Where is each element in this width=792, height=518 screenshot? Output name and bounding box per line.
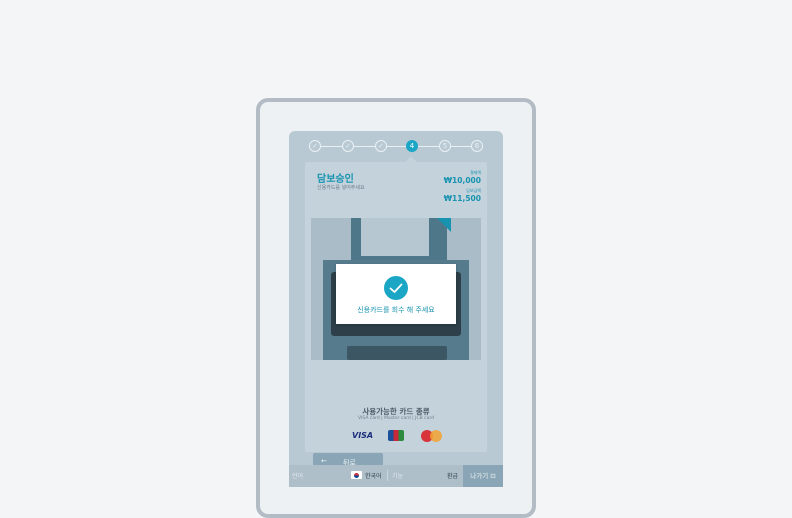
- page-subtitle: 신용카드를 넣어주세요: [317, 185, 365, 191]
- modal-message: 신용카드를 회수 해 주세요: [357, 306, 435, 314]
- page-title: 담보승인: [317, 174, 354, 185]
- footer-language-label: 언어: [292, 473, 304, 480]
- refund-button[interactable]: 환급: [447, 471, 458, 480]
- notification-modal: 신용카드를 회수 해 주세요: [336, 264, 456, 324]
- step-4-current: 4: [406, 140, 418, 152]
- amount1-value: ₩10,000: [443, 176, 481, 185]
- machine-base: [347, 346, 447, 360]
- step-3: ✓: [375, 140, 387, 152]
- footer-function-label: 기능: [392, 473, 404, 480]
- amount2-value: ₩11,500: [443, 194, 481, 203]
- step-5: 5: [439, 140, 451, 152]
- step-6: 6: [471, 140, 483, 152]
- visa-logo-icon: VISA: [352, 431, 374, 440]
- supported-cards-subtitle: VISA card | Master card | JCB card: [358, 416, 434, 421]
- footer-divider: [387, 470, 388, 481]
- language-selector[interactable]: 한국어: [365, 471, 382, 480]
- mastercard-logo-icon: [421, 430, 443, 442]
- slot-tag: [437, 218, 451, 232]
- exit-button[interactable]: 나가기 ⊡: [463, 465, 503, 487]
- card-logos: VISA: [305, 430, 487, 444]
- arrow-left-icon: ←: [321, 457, 327, 465]
- jcb-logo-icon: [388, 430, 404, 441]
- check-circle-icon: [384, 276, 408, 300]
- step-1: ✓: [309, 140, 321, 152]
- korea-flag-icon[interactable]: [351, 471, 362, 479]
- step-indicator: ✓ ✓ ✓ 4 5 6: [289, 139, 503, 153]
- footer-bar: 언어 한국어 기능 환급 나가기 ⊡: [289, 465, 503, 487]
- receipt-paper: [361, 218, 429, 256]
- step-2: ✓: [342, 140, 354, 152]
